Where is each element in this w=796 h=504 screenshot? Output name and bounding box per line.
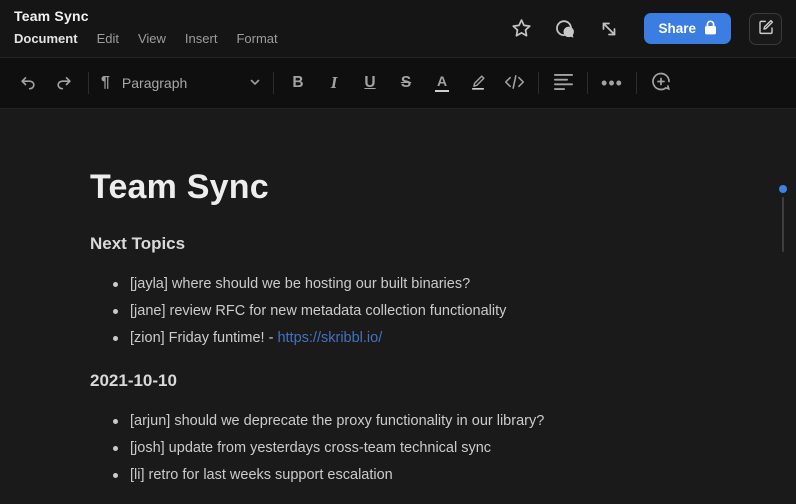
list-item: [jane] review RFC for new metadata colle… <box>90 298 736 325</box>
ellipsis-icon: ••• <box>601 78 623 88</box>
list-item-text: [li] retro for last weeks support escala… <box>130 467 393 483</box>
list-item-text: [zion] Friday funtime! - <box>130 330 277 346</box>
list-item-text: [jayla] where should we be hosting our b… <box>130 276 470 292</box>
compose-button[interactable] <box>749 13 782 45</box>
menu-document[interactable]: Document <box>14 31 78 46</box>
highlighter-icon <box>468 72 488 95</box>
toolbar-divider <box>88 72 89 94</box>
doc-heading: Team Sync <box>90 167 736 207</box>
list-item: [arjun] should we deprecate the proxy fu… <box>90 408 736 435</box>
align-left-icon <box>554 74 573 93</box>
comments-button[interactable] <box>548 12 582 46</box>
paragraph-style-label: Paragraph <box>122 75 249 91</box>
formatting-toolbar: ¶ Paragraph B I U S A <box>0 58 796 109</box>
star-icon <box>510 17 533 40</box>
underline-icon: U <box>364 74 375 92</box>
list-item: [jayla] where should we be hosting our b… <box>90 271 736 298</box>
section-heading-date: 2021-10-10 <box>90 370 736 392</box>
menubar: Document Edit View Insert Format <box>14 31 278 46</box>
code-button[interactable] <box>496 65 532 101</box>
share-button-label: Share <box>658 21 696 36</box>
add-comment-icon <box>649 70 673 97</box>
topbar-left: Team Sync Document Edit View Insert Form… <box>14 0 278 57</box>
comments-icon <box>552 16 578 42</box>
toolbar-divider <box>538 72 539 94</box>
strikethrough-icon: S <box>401 74 411 92</box>
text-color-button[interactable]: A <box>424 65 460 101</box>
underline-button[interactable]: U <box>352 65 388 101</box>
highlight-button[interactable] <box>460 65 496 101</box>
bold-button[interactable]: B <box>280 65 316 101</box>
bullet-list-date: [arjun] should we deprecate the proxy fu… <box>90 408 736 489</box>
code-icon <box>504 73 525 94</box>
bullet-list-next-topics: [jayla] where should we be hosting our b… <box>90 271 736 352</box>
presence-indicator-dot[interactable] <box>779 185 787 193</box>
document-canvas[interactable]: Team Sync Next Topics [jayla] where shou… <box>0 109 796 489</box>
align-button[interactable] <box>545 65 581 101</box>
section-heading-next-topics: Next Topics <box>90 233 736 255</box>
text-color-icon: A <box>435 74 449 92</box>
list-item-text: [jane] review RFC for new metadata colle… <box>130 303 506 319</box>
scroll-track[interactable] <box>782 197 784 252</box>
menu-format[interactable]: Format <box>236 31 277 46</box>
skribbl-link[interactable]: https://skribbl.io/ <box>277 330 382 346</box>
pilcrow-icon: ¶ <box>101 74 110 92</box>
add-comment-button[interactable] <box>643 65 679 101</box>
more-options-button[interactable]: ••• <box>594 65 630 101</box>
italic-icon: I <box>331 73 338 93</box>
chevron-down-icon <box>249 76 261 91</box>
redo-icon <box>54 72 74 95</box>
italic-button[interactable]: I <box>316 65 352 101</box>
compose-icon <box>757 18 775 39</box>
expand-button[interactable] <box>592 12 626 46</box>
strikethrough-button[interactable]: S <box>388 65 424 101</box>
topbar: Team Sync Document Edit View Insert Form… <box>0 0 796 58</box>
list-item: [josh] update from yesterdays cross-team… <box>90 435 736 462</box>
list-item-text: [josh] update from yesterdays cross-team… <box>130 440 491 456</box>
undo-icon <box>18 72 38 95</box>
menu-insert[interactable]: Insert <box>185 31 218 46</box>
redo-button[interactable] <box>46 65 82 101</box>
paragraph-style-dropdown[interactable]: ¶ Paragraph <box>95 65 267 101</box>
menu-view[interactable]: View <box>138 31 166 46</box>
undo-button[interactable] <box>10 65 46 101</box>
favorite-star-button[interactable] <box>504 12 538 46</box>
list-item-text: [arjun] should we deprecate the proxy fu… <box>130 413 544 429</box>
list-item: [zion] Friday funtime! - https://skribbl… <box>90 325 736 352</box>
toolbar-divider <box>636 72 637 94</box>
share-button[interactable]: Share <box>644 13 731 44</box>
bold-icon: B <box>292 74 303 92</box>
lock-icon <box>704 20 717 38</box>
toolbar-divider <box>273 72 274 94</box>
list-item: [li] retro for last weeks support escala… <box>90 462 736 489</box>
document-title: Team Sync <box>14 8 278 24</box>
topbar-actions: Share <box>504 0 782 57</box>
menu-edit[interactable]: Edit <box>97 31 119 46</box>
expand-diagonal-icon <box>598 18 620 40</box>
toolbar-divider <box>587 72 588 94</box>
